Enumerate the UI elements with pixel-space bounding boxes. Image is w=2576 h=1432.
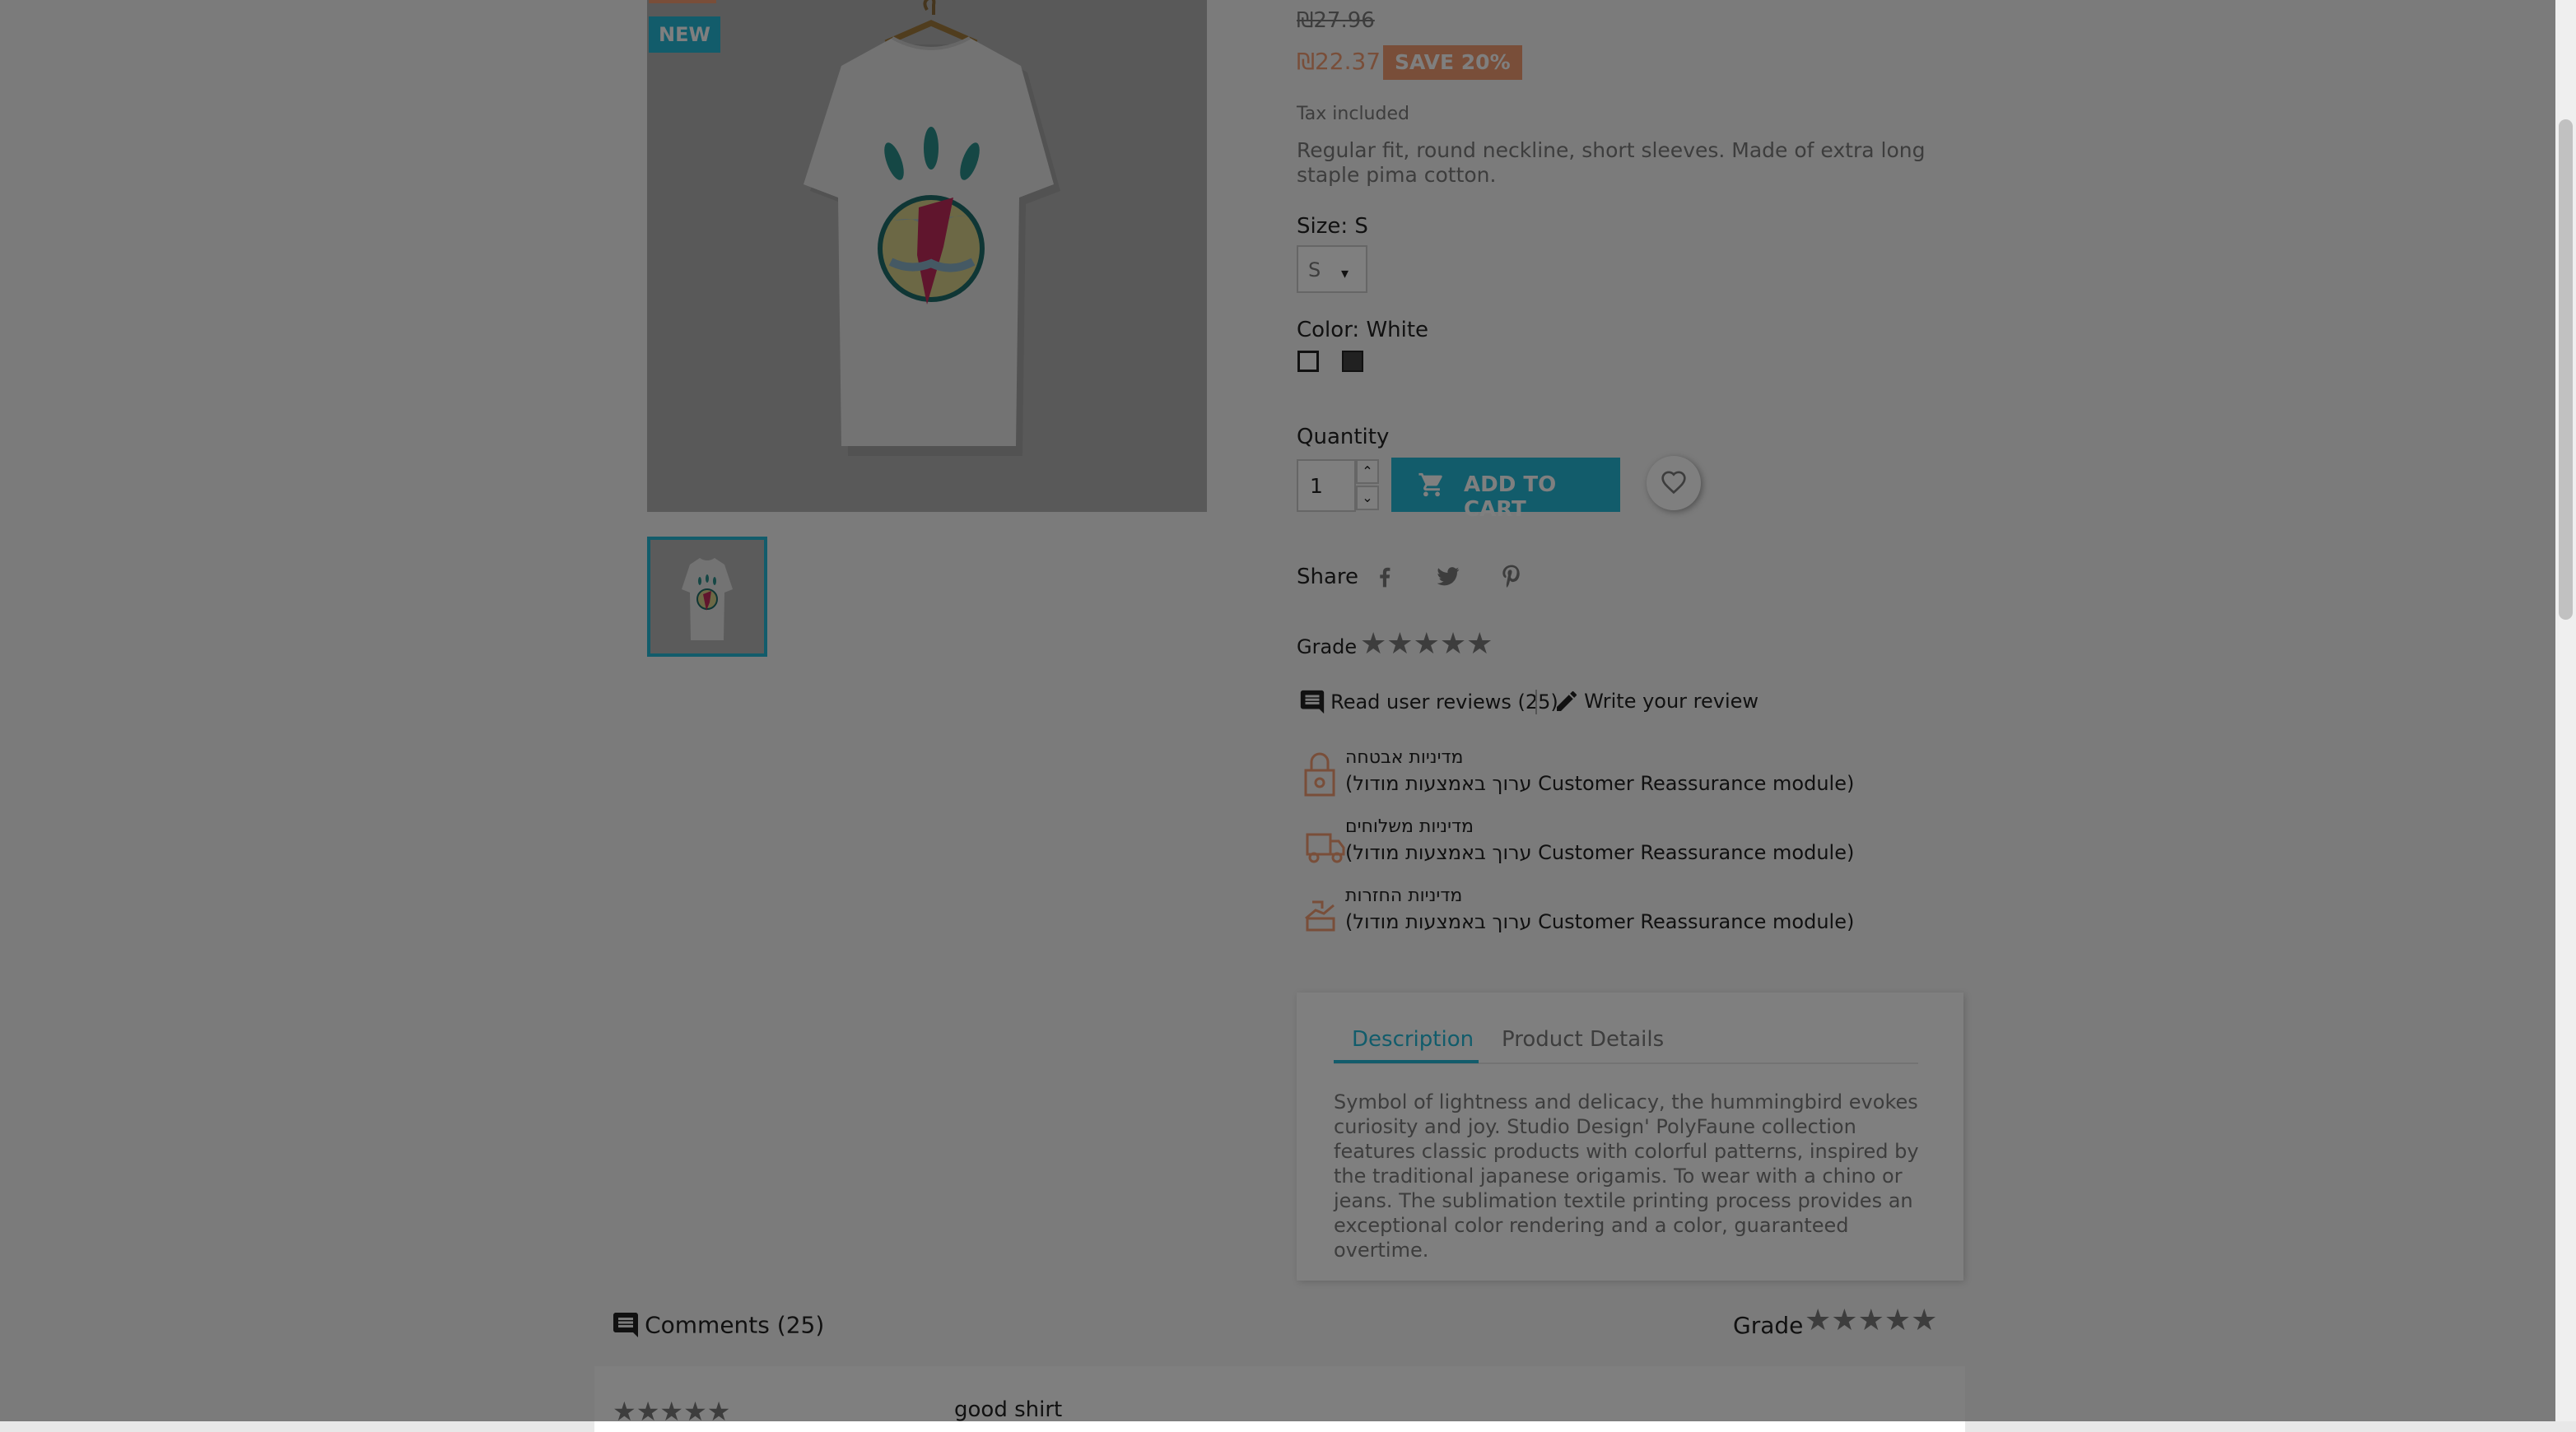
write-review-link[interactable]: Write your review: [1554, 688, 1758, 714]
reassurance-subtitle-2: (ערוך באמצעות מודול Customer Reassurance…: [1345, 841, 1855, 864]
add-to-cart-button[interactable]: ADD TO CART: [1391, 458, 1620, 522]
tax-note: Tax included: [1297, 104, 1409, 124]
twitter-share-button[interactable]: [1422, 550, 1474, 602]
current-price: ₪22.37: [1297, 48, 1381, 75]
star-icon: ★: [1360, 627, 1387, 661]
read-reviews-label: Read user reviews (25): [1330, 690, 1558, 714]
star-icon: ★: [659, 1396, 684, 1427]
pinterest-icon: [1502, 565, 1520, 588]
write-review-label: Write your review: [1584, 690, 1759, 713]
links-divider: [1535, 690, 1537, 714]
read-reviews-link[interactable]: Read user reviews (25): [1298, 688, 1558, 716]
chevron-down-icon: ▾: [1341, 265, 1349, 282]
quantity-value: 1: [1310, 474, 1323, 498]
star-icon: ★: [1805, 1304, 1832, 1337]
color-swatch-black[interactable]: [1342, 351, 1363, 372]
product-page: NEW ₪27.96 ₪22.37 SAVE 20% Tax included …: [0, 0, 2576, 1432]
scrollbar-thumb[interactable]: [2559, 119, 2573, 620]
discount-badge: SAVE 20%: [1383, 45, 1522, 80]
twitter-icon: [1437, 567, 1460, 586]
product-thumbnail[interactable]: [647, 537, 767, 657]
star-icon: ★: [1857, 1304, 1884, 1337]
reassurance-subtitle-3: (ערוך באמצעות מודול Customer Reassurance…: [1345, 910, 1855, 933]
star-icon: ★: [1911, 1304, 1938, 1337]
scrollbar[interactable]: [2555, 0, 2576, 1421]
star-icon: ★: [683, 1396, 707, 1427]
tab-description[interactable]: Description: [1352, 1027, 1474, 1052]
reassurance-subtitle-1: (ערוך באמצעות מודול Customer Reassurance…: [1345, 772, 1855, 795]
star-icon: ★: [1884, 1304, 1912, 1337]
star-icon: ★: [706, 1396, 731, 1427]
tshirt-image: [647, 0, 1207, 512]
add-to-cart-label: ADD TO CART: [1464, 472, 1557, 522]
star-icon: ★: [1386, 627, 1414, 661]
comment-icon: [613, 1313, 638, 1337]
regular-price: ₪27.96: [1297, 8, 1375, 33]
heart-icon: [1661, 471, 1686, 495]
product-main-image[interactable]: [647, 0, 1207, 512]
comments-grade-label: Grade: [1733, 1312, 1804, 1339]
pinterest-share-button[interactable]: [1485, 550, 1538, 602]
new-flag: NEW: [649, 16, 720, 53]
facebook-share-button[interactable]: [1358, 550, 1411, 602]
star-rating: ★★★★★: [1360, 627, 1493, 661]
tab-product-details[interactable]: Product Details: [1502, 1027, 1664, 1052]
star-icon: ★: [636, 1396, 660, 1427]
pencil-icon: [1557, 690, 1577, 711]
security-icon: [1299, 749, 1340, 798]
reassurance-title-2: מדיניות משלוחים: [1345, 816, 1474, 837]
tab-active-indicator: [1334, 1060, 1479, 1063]
wishlist-button[interactable]: [1647, 456, 1701, 510]
grade-label: Grade: [1297, 635, 1358, 658]
comments-title: Comments (25): [645, 1311, 825, 1339]
facebook-icon: [1380, 567, 1390, 588]
star-icon: ★: [1466, 627, 1493, 661]
review-title: good shirt: [954, 1397, 1063, 1422]
quantity-decrease-button[interactable]: ⌄: [1356, 486, 1379, 510]
cart-icon: [1418, 472, 1442, 497]
quantity-input[interactable]: 1: [1297, 459, 1356, 512]
star-icon: ★: [1439, 627, 1467, 661]
reassurance-title-3: מדיניות החזרות: [1345, 886, 1463, 906]
delivery-icon: [1299, 826, 1345, 866]
comments-star-rating: ★★★★★: [1805, 1304, 1937, 1337]
share-label: Share: [1297, 565, 1359, 589]
return-icon: [1299, 894, 1340, 935]
quantity-label: Quantity: [1297, 425, 1390, 449]
tshirt-thumb-image: [650, 540, 764, 653]
quantity-increase-button[interactable]: ⌃: [1356, 459, 1379, 484]
star-icon: ★: [613, 1396, 636, 1427]
color-swatch-white[interactable]: [1297, 351, 1319, 372]
star-icon: ★: [1413, 627, 1440, 661]
promo-flag-edge: [649, 0, 716, 3]
size-label: Size: S: [1297, 214, 1368, 239]
size-select-value: S: [1308, 258, 1321, 281]
size-select[interactable]: S ▾: [1297, 245, 1367, 293]
comments-header: Comments (25): [611, 1310, 824, 1340]
color-label: Color: White: [1297, 318, 1429, 342]
comment-icon: [1300, 690, 1325, 714]
reassurance-title-1: מדיניות אבטחה: [1345, 747, 1464, 768]
star-icon: ★: [1831, 1304, 1858, 1337]
review-star-rating: ★★★★★: [613, 1396, 730, 1427]
product-description-text: Symbol of lightness and delicacy, the hu…: [1334, 1090, 1919, 1262]
short-description: Regular fit, round neckline, short sleev…: [1297, 138, 1926, 187]
review-card: [594, 1366, 1965, 1432]
